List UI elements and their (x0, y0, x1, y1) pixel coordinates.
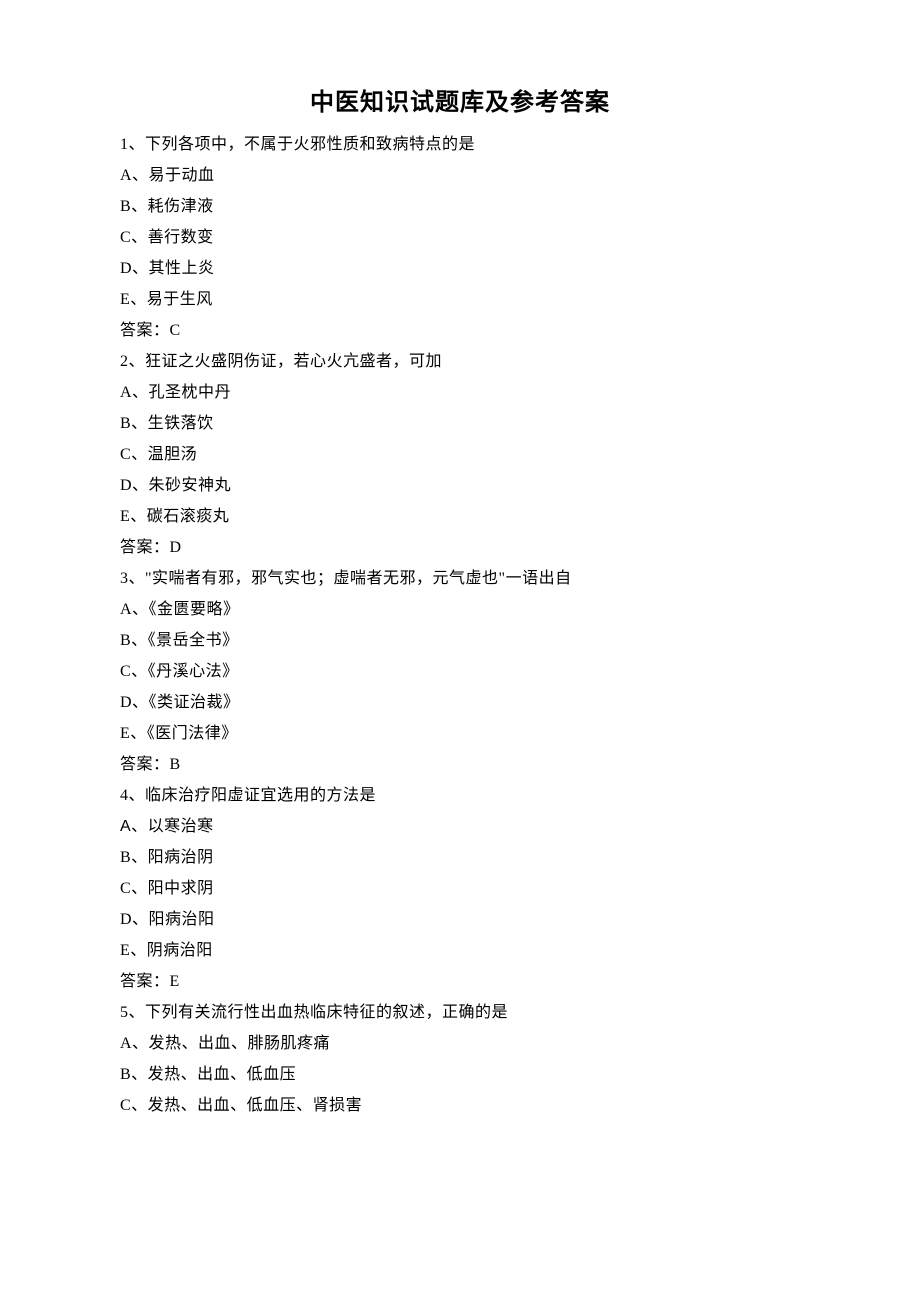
question-answer: 答案：D (120, 532, 800, 563)
question-option: E、《医门法律》 (120, 718, 800, 749)
question-option: D、朱砂安神丸 (120, 470, 800, 501)
question-option: E、阴病治阳 (120, 935, 800, 966)
question-option: C、发热、出血、低血压、肾损害 (120, 1090, 800, 1121)
document-page: 中医知识试题库及参考答案 1、下列各项中，不属于火邪性质和致病特点的是A、易于动… (0, 0, 920, 1301)
question-answer: 答案：C (120, 315, 800, 346)
question-option: A、发热、出血、腓肠肌疼痛 (120, 1028, 800, 1059)
document-body: 1、下列各项中，不属于火邪性质和致病特点的是A、易于动血B、耗伤津液C、善行数变… (120, 129, 800, 1121)
question-stem: 4、临床治疗阳虚证宜选用的方法是 (120, 780, 800, 811)
question-option: C、阳中求阴 (120, 873, 800, 904)
document-title: 中医知识试题库及参考答案 (120, 82, 800, 117)
question-option: C、《丹溪心法》 (120, 656, 800, 687)
question-answer: 答案：E (120, 966, 800, 997)
question-answer: 答案：B (120, 749, 800, 780)
question-option: D、其性上炎 (120, 253, 800, 284)
question-stem: 1、下列各项中，不属于火邪性质和致病特点的是 (120, 129, 800, 160)
question-option: A、以寒治寒 (120, 811, 800, 842)
question-option: C、温胆汤 (120, 439, 800, 470)
question-stem: 5、下列有关流行性出血热临床特征的叙述，正确的是 (120, 997, 800, 1028)
question-option: C、善行数变 (120, 222, 800, 253)
question-option: D、《类证治裁》 (120, 687, 800, 718)
question-option: B、生铁落饮 (120, 408, 800, 439)
question-option: B、《景岳全书》 (120, 625, 800, 656)
question-option: A、孔圣枕中丹 (120, 377, 800, 408)
question-option: B、发热、出血、低血压 (120, 1059, 800, 1090)
question-option: E、碳石滚痰丸 (120, 501, 800, 532)
question-option: B、耗伤津液 (120, 191, 800, 222)
question-stem: 3、"实喘者有邪，邪气实也；虚喘者无邪，元气虚也"一语出自 (120, 563, 800, 594)
question-option: E、易于生风 (120, 284, 800, 315)
question-option: A、《金匮要略》 (120, 594, 800, 625)
question-option: B、阳病治阴 (120, 842, 800, 873)
question-option: A、易于动血 (120, 160, 800, 191)
question-stem: 2、狂证之火盛阴伤证，若心火亢盛者，可加 (120, 346, 800, 377)
question-option: D、阳病治阳 (120, 904, 800, 935)
